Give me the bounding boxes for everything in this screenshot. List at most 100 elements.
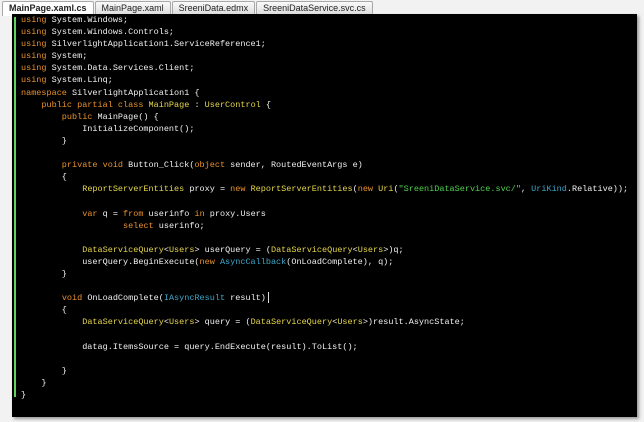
code-line: public partial class MainPage : UserCont… [21,99,628,111]
code-token: result) [225,293,266,304]
code-token: new [230,184,251,195]
code-token: { [21,172,67,183]
code-token: } [21,135,67,146]
code-token: userinfo [143,208,195,219]
code-token: var [82,208,98,219]
code-token: System; [46,51,88,62]
tab-sreenidata-edmx[interactable]: SreeniData.edmx [171,1,256,15]
code-token: ReportServerEntities [250,184,353,195]
code-token: UriKind [531,184,567,195]
code-token: } [21,389,27,400]
code-token: select [123,220,154,231]
code-token: IAsyncResult [163,293,226,304]
code-token: using [21,63,47,74]
code-line: } [21,135,628,147]
code-token: from [123,208,144,219]
code-line: { [21,304,628,316]
text-caret [267,292,269,304]
code-token: userQuery.BeginExecute( [21,256,200,267]
code-line: DataServiceQuery<Users> userQuery = (Dat… [21,244,628,256]
code-token: using [21,27,47,38]
code-token: using [21,15,47,25]
code-line: } [21,389,628,401]
code-token: new [199,256,220,267]
code-token: : [189,99,205,110]
code-token: q = [97,208,124,219]
code-area[interactable]: using System.Windows; using System.Window… [21,14,628,401]
code-line: { [21,171,628,183]
code-line: using SilverlightApplication1.ServiceRef… [21,38,628,50]
code-token: void [61,293,83,304]
code-token: .Relative)); [566,184,629,195]
code-token: (OnLoadComplete), q); [286,256,394,267]
code-token: System.Data.Services.Client; [46,63,195,74]
code-token: { [21,305,67,316]
code-token: > userQuery = ( [194,244,271,255]
code-line: using System; [21,50,628,62]
code-token: using [21,39,47,50]
code-token: OnLoadComplete( [82,293,164,304]
code-token: namespace [21,87,67,98]
code-token: } [21,377,47,388]
code-token: new [357,184,379,195]
code-token: "SreeniDataService.svc/" [398,184,521,195]
code-line: } [21,377,628,389]
code-token: proxy.Users [204,208,266,219]
code-line: namespace SilverlightApplication1 { [21,87,628,99]
code-token: datag.ItemsSource = query.EndExecute(res… [21,341,358,352]
code-token: >)result.AsyncState; [362,317,465,328]
code-line: } [21,268,628,280]
editor-margin [12,14,19,417]
code-token: public [21,111,98,122]
code-line: var q = from userinfo in proxy.Users [21,208,628,220]
code-token: , [520,184,532,195]
tab-mainpage-xaml[interactable]: MainPage.xaml [94,1,171,15]
code-token: MainPage() { [97,111,159,122]
code-line: private void Button_Click(object sender,… [21,159,628,171]
code-token: MainPage [148,99,190,110]
code-token: Users [168,244,195,255]
code-line: datag.ItemsSource = query.EndExecute(res… [21,341,628,353]
code-line: ReportServerEntities proxy = new ReportS… [21,183,628,195]
code-line: using System.Windows; [21,14,628,26]
code-token: DataServiceQuery [270,244,353,255]
code-token: in [194,208,205,219]
code-line: public MainPage() { [21,111,628,123]
document-tabs: MainPage.xaml.cs MainPage.xaml SreeniData.… [2,1,374,16]
code-token: Users [337,317,363,328]
code-token: System.Linq; [46,75,113,86]
code-token: SilverlightApplication1 { [66,87,200,98]
code-token: ReportServerEntities [82,184,185,195]
code-line: void OnLoadComplete(IAsyncResult result) [21,292,628,304]
code-token: AsyncCallback [219,256,287,267]
code-token: UserControl [204,99,261,110]
code-token: using [21,75,47,86]
code-token: Users [168,317,195,328]
code-token: DataServiceQuery [250,317,333,328]
code-line: select userinfo; [21,220,628,232]
code-token: } [21,365,67,376]
code-token: SilverlightApplication1.ServiceReference… [46,39,266,50]
tab-sreenidataservice-svc-cs[interactable]: SreeniDataService.svc.cs [256,1,373,15]
code-token: proxy = [184,184,231,195]
code-editor[interactable]: using System.Windows; using System.Window… [12,14,637,417]
code-token: using [21,51,47,62]
code-line: using System.Linq; [21,74,628,86]
code-token: Button_Click( [128,160,195,171]
code-line: userQuery.BeginExecute(new AsyncCallback… [21,256,628,268]
code-line: using System.Data.Services.Client; [21,62,628,74]
change-tracking-bar [14,17,16,397]
code-token: Users [357,244,384,255]
code-token: object [194,160,226,171]
code-token: } [21,268,67,279]
code-line: DataServiceQuery<Users> query = (DataSer… [21,316,628,328]
